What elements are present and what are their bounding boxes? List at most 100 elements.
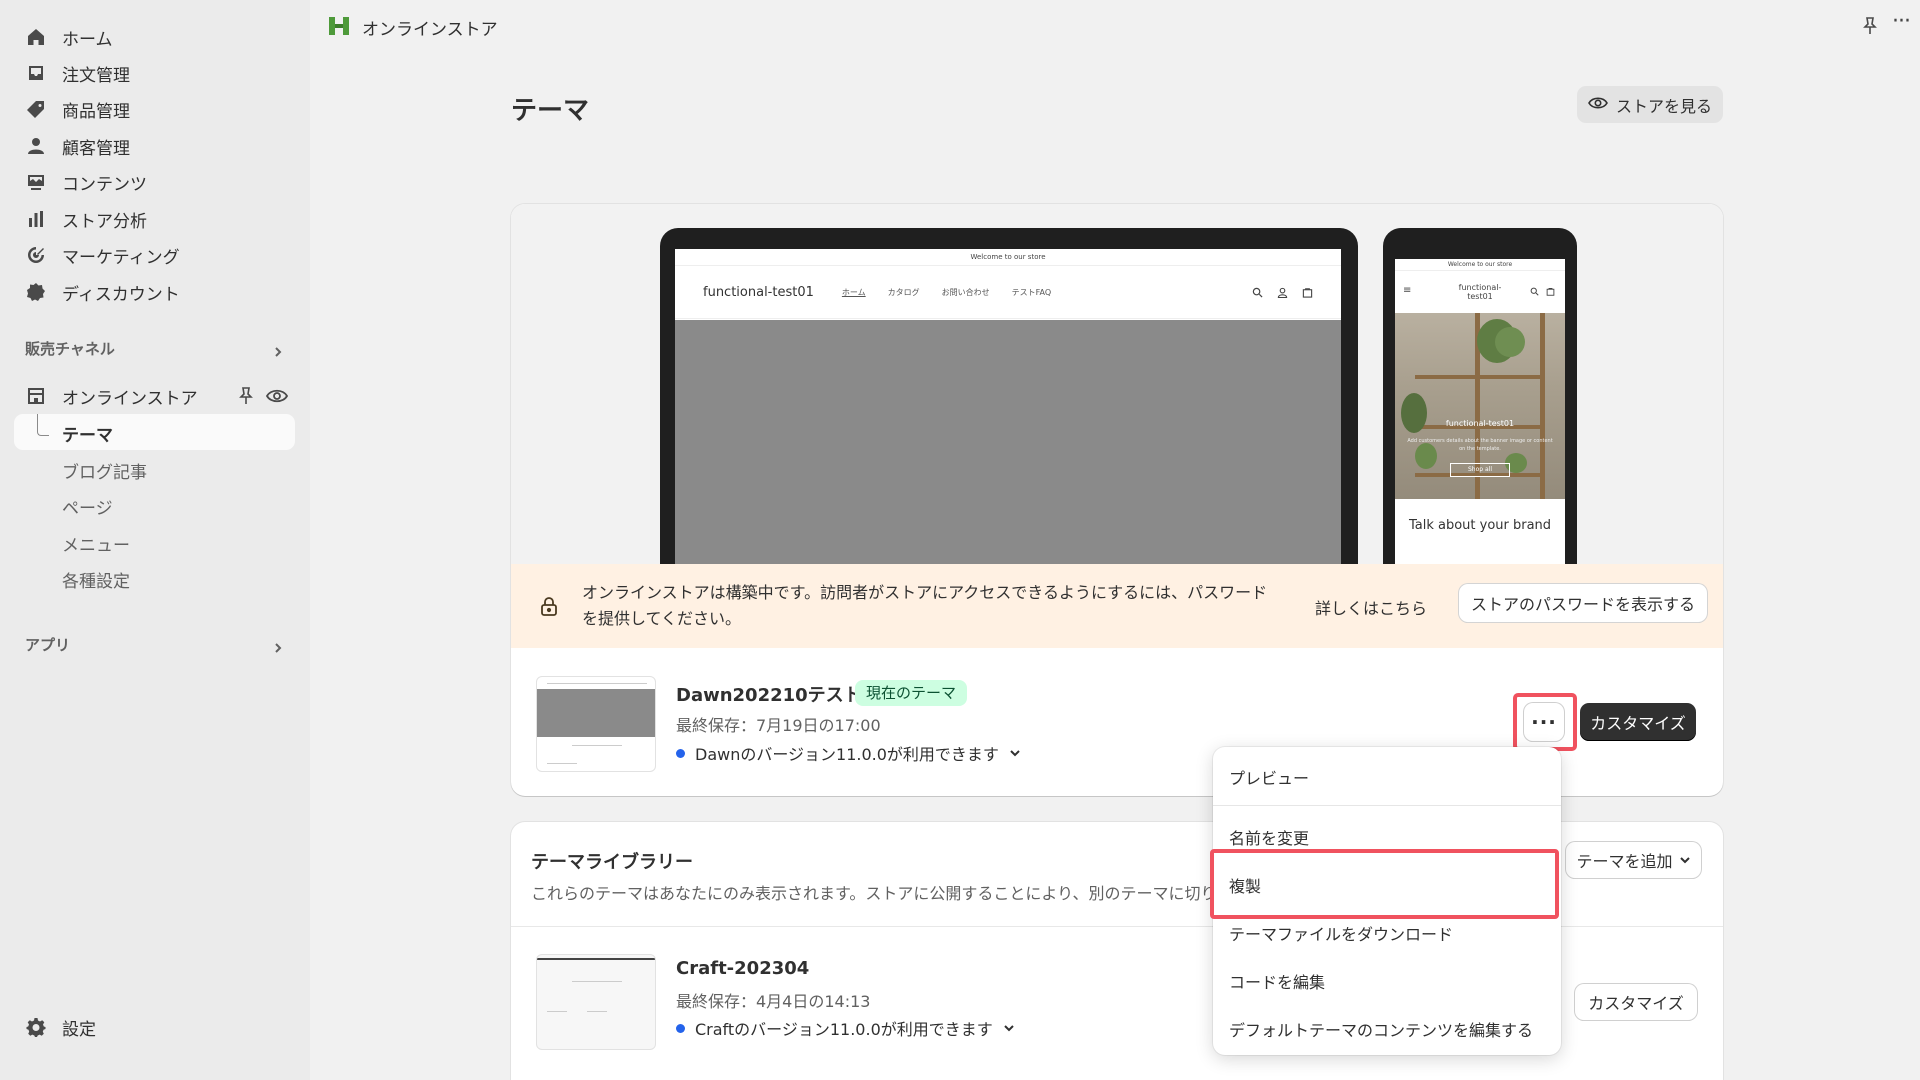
- menu-item-edit-default-content[interactable]: デフォルトテーマのコンテンツを編集する: [1229, 1017, 1533, 1041]
- pin-icon[interactable]: [1860, 16, 1880, 36]
- menu-item-edit-code[interactable]: コードを編集: [1229, 969, 1325, 993]
- page-title: テーマ: [511, 96, 590, 126]
- account-icon: [1277, 287, 1288, 298]
- more-options-icon[interactable]: ···: [1892, 11, 1914, 36]
- chevron-right-icon[interactable]: [272, 639, 284, 653]
- apps-heading[interactable]: アプリ: [25, 634, 70, 655]
- nav-item-content[interactable]: コンテンツ: [26, 167, 147, 197]
- nav-item-orders[interactable]: 注文管理: [26, 58, 130, 88]
- store-brand: functional-test01: [1458, 283, 1502, 301]
- tag-icon: [26, 99, 46, 119]
- current-theme-badge: 現在のテーマ: [855, 680, 968, 706]
- menu-separator: [1213, 805, 1561, 806]
- menu-item-preview[interactable]: プレビュー: [1229, 765, 1309, 789]
- laptop-screen: Welcome to our store functional-test01 ホ…: [675, 249, 1341, 569]
- show-password-button[interactable]: ストアのパスワードを表示する: [1459, 584, 1707, 622]
- sub-item-blog-posts[interactable]: ブログ記事: [62, 458, 147, 483]
- theme-preview[interactable]: Welcome to our store functional-test01 ホ…: [511, 204, 1723, 569]
- nav-item-online-store[interactable]: オンラインストア: [26, 381, 198, 411]
- sales-channels-heading[interactable]: 販売チャネル: [25, 338, 115, 359]
- cart-icon: [1302, 287, 1313, 298]
- top-bar: オンラインストア ···: [310, 0, 1920, 54]
- customize-button[interactable]: カスタマイズ: [1580, 703, 1696, 741]
- customize-button[interactable]: カスタマイズ: [1575, 984, 1697, 1020]
- view-store-button[interactable]: ストアを見る: [1577, 86, 1723, 123]
- nav-label: ストア分析: [62, 211, 147, 232]
- store-header-icons: [1252, 287, 1313, 298]
- store-header: ≡ functional-test01: [1395, 271, 1565, 313]
- topbar-store-label: オンラインストア: [362, 20, 498, 40]
- phone-screen: Welcome to our store ≡ functional-test01: [1395, 259, 1565, 569]
- search-icon: [1530, 287, 1539, 296]
- content-icon: [26, 172, 46, 192]
- update-notice[interactable]: Craftのバージョン11.0.0が利用できます: [676, 1016, 1015, 1040]
- chevron-down-icon: [1003, 1019, 1015, 1038]
- lock-icon: [540, 596, 558, 616]
- sub-item-preferences[interactable]: 各種設定: [62, 567, 130, 592]
- nav-item-products[interactable]: 商品管理: [26, 94, 130, 124]
- nav-label: マーケティング: [62, 247, 180, 268]
- hamburger-icon: ≡: [1403, 285, 1412, 296]
- nav-label: 顧客管理: [62, 138, 130, 159]
- notice-text: オンラインストアは構築中です。訪問者がストアにアクセスできるようにするには、パス…: [582, 583, 1268, 628]
- update-notice[interactable]: Dawnのバージョン11.0.0が利用できます: [676, 741, 1021, 765]
- hero-subtitle: Add customers details about the banner i…: [1407, 438, 1553, 452]
- chevron-down-icon: [1679, 851, 1691, 870]
- search-icon: [1252, 287, 1263, 298]
- store-logo-icon: [328, 15, 350, 37]
- hero-banner-placeholder: [675, 320, 1341, 569]
- store-icon: [26, 386, 46, 406]
- library-description: これらのテーマはあなたにのみ表示されます。ストアに公開することにより、別のテーマ…: [531, 884, 1231, 903]
- announcement-bar: Welcome to our store: [675, 249, 1341, 266]
- theme-thumbnail[interactable]: [536, 676, 656, 772]
- update-notice-text: Craftのバージョン11.0.0が利用できます: [695, 1020, 993, 1039]
- nav-item-customers[interactable]: 顧客管理: [26, 131, 130, 161]
- update-dot-icon: [676, 1023, 685, 1033]
- sub-item-themes[interactable]: テーマ: [62, 421, 113, 446]
- target-icon: [26, 245, 46, 265]
- theme-thumbnail[interactable]: [536, 954, 656, 1050]
- add-theme-label: テーマを追加: [1576, 852, 1673, 871]
- annotation-highlight-duplicate: [1210, 849, 1559, 919]
- nav-item-settings[interactable]: 設定: [26, 1012, 96, 1042]
- store-nav-link: テストFAQ: [1011, 287, 1052, 297]
- eye-icon[interactable]: [265, 386, 289, 406]
- nav-label: 注文管理: [62, 65, 130, 86]
- password-notice-banner: オンラインストアは構築中です。訪問者がストアにアクセスできるようにするには、パス…: [511, 564, 1723, 648]
- nav-item-marketing[interactable]: マーケティング: [26, 240, 180, 270]
- bar-chart-icon: [26, 209, 46, 229]
- menu-item-download-theme-file[interactable]: テーマファイルをダウンロード: [1229, 921, 1453, 945]
- store-header: functional-test01 ホーム カタログ お問い合わせ テストFAQ: [675, 266, 1341, 319]
- tree-connector: [37, 414, 49, 436]
- add-theme-button[interactable]: テーマを追加: [1566, 842, 1701, 878]
- home-icon: [26, 27, 46, 47]
- nav-label: 商品管理: [62, 101, 130, 122]
- brand-text: Talk about your brand: [1408, 518, 1552, 533]
- last-saved: 最終保存：4月4日の14:13: [676, 992, 871, 1011]
- person-icon: [26, 136, 46, 156]
- store-nav-link: カタログ: [887, 287, 920, 297]
- eye-icon: [1588, 94, 1608, 116]
- store-brand: functional-test01: [703, 284, 814, 300]
- theme-name: Dawn202210テスト: [676, 685, 862, 706]
- update-notice-text: Dawnのバージョン11.0.0が利用できます: [695, 745, 999, 764]
- phone-mockup: Welcome to our store ≡ functional-test01: [1383, 228, 1577, 569]
- chevron-right-icon[interactable]: [272, 343, 284, 357]
- nav-item-analytics[interactable]: ストア分析: [26, 204, 147, 234]
- sub-item-pages[interactable]: ページ: [62, 494, 113, 519]
- discount-icon: [26, 282, 46, 302]
- store-nav-link: お問い合わせ: [941, 287, 990, 297]
- nav-label: 設定: [62, 1019, 96, 1040]
- view-store-label: ストアを見る: [1615, 96, 1712, 116]
- laptop-mockup: Welcome to our store functional-test01 ホ…: [660, 228, 1358, 569]
- nav-item-discounts[interactable]: ディスカウント: [26, 277, 180, 307]
- sub-item-menus[interactable]: メニュー: [62, 531, 130, 556]
- cart-icon: [1546, 288, 1555, 296]
- annotation-highlight-more: [1513, 693, 1577, 751]
- menu-item-rename[interactable]: 名前を変更: [1229, 825, 1309, 849]
- nav-item-home[interactable]: ホーム: [26, 22, 113, 52]
- update-dot-icon: [676, 748, 685, 758]
- gear-icon: [26, 1017, 46, 1037]
- learn-more-link[interactable]: 詳しくはこちら: [1315, 595, 1427, 619]
- pin-icon[interactable]: [236, 386, 256, 406]
